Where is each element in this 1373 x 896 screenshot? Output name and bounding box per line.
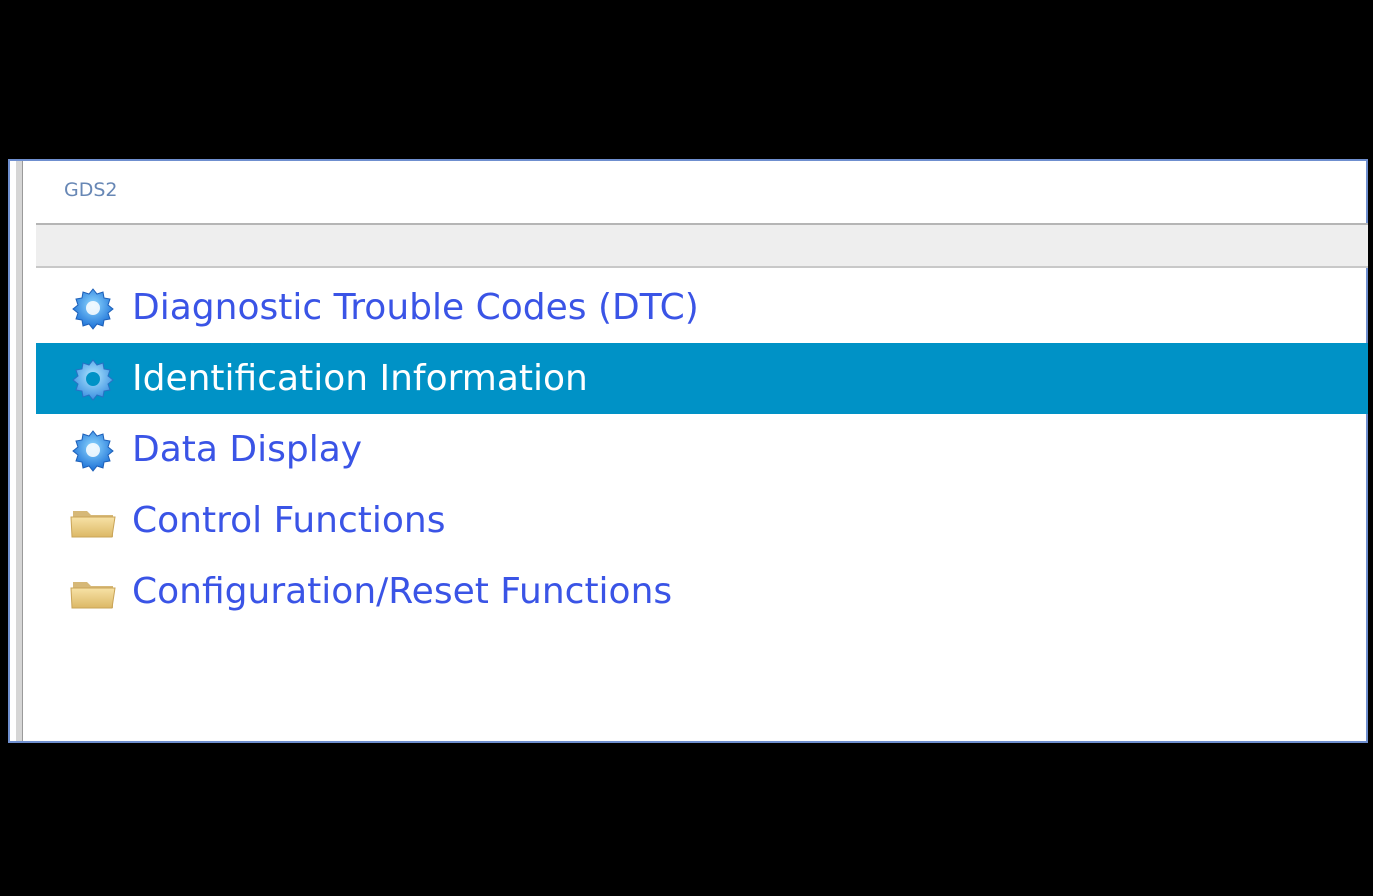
window-title: GDS2 — [64, 179, 118, 201]
gear-icon — [68, 427, 118, 473]
folder-icon — [68, 569, 118, 615]
window-left-border — [16, 161, 23, 741]
menu-item-control-functions[interactable]: Control Functions — [36, 485, 1368, 556]
gds2-window: GDS2 Diagnostic Trouble Codes (DTC) Iden… — [8, 159, 1368, 743]
menu-item-label: Control Functions — [132, 500, 446, 541]
gear-icon — [68, 285, 118, 331]
menu-item-label: Identification Information — [132, 358, 588, 399]
menu-item-label: Configuration/Reset Functions — [132, 571, 673, 612]
menu-item-dtc[interactable]: Diagnostic Trouble Codes (DTC) — [36, 272, 1368, 343]
menu-item-label: Data Display — [132, 429, 363, 470]
toolbar — [36, 223, 1368, 268]
gear-icon — [68, 356, 118, 402]
title-bar: GDS2 — [30, 161, 1366, 219]
menu-item-data-display[interactable]: Data Display — [36, 414, 1368, 485]
menu-item-configuration-reset[interactable]: Configuration/Reset Functions — [36, 556, 1368, 627]
screen: GDS2 Diagnostic Trouble Codes (DTC) Iden… — [0, 0, 1373, 896]
function-menu: Diagnostic Trouble Codes (DTC) Identific… — [36, 272, 1368, 627]
menu-item-identification[interactable]: Identification Information — [36, 343, 1368, 414]
menu-item-label: Diagnostic Trouble Codes (DTC) — [132, 287, 699, 328]
folder-icon — [68, 498, 118, 544]
